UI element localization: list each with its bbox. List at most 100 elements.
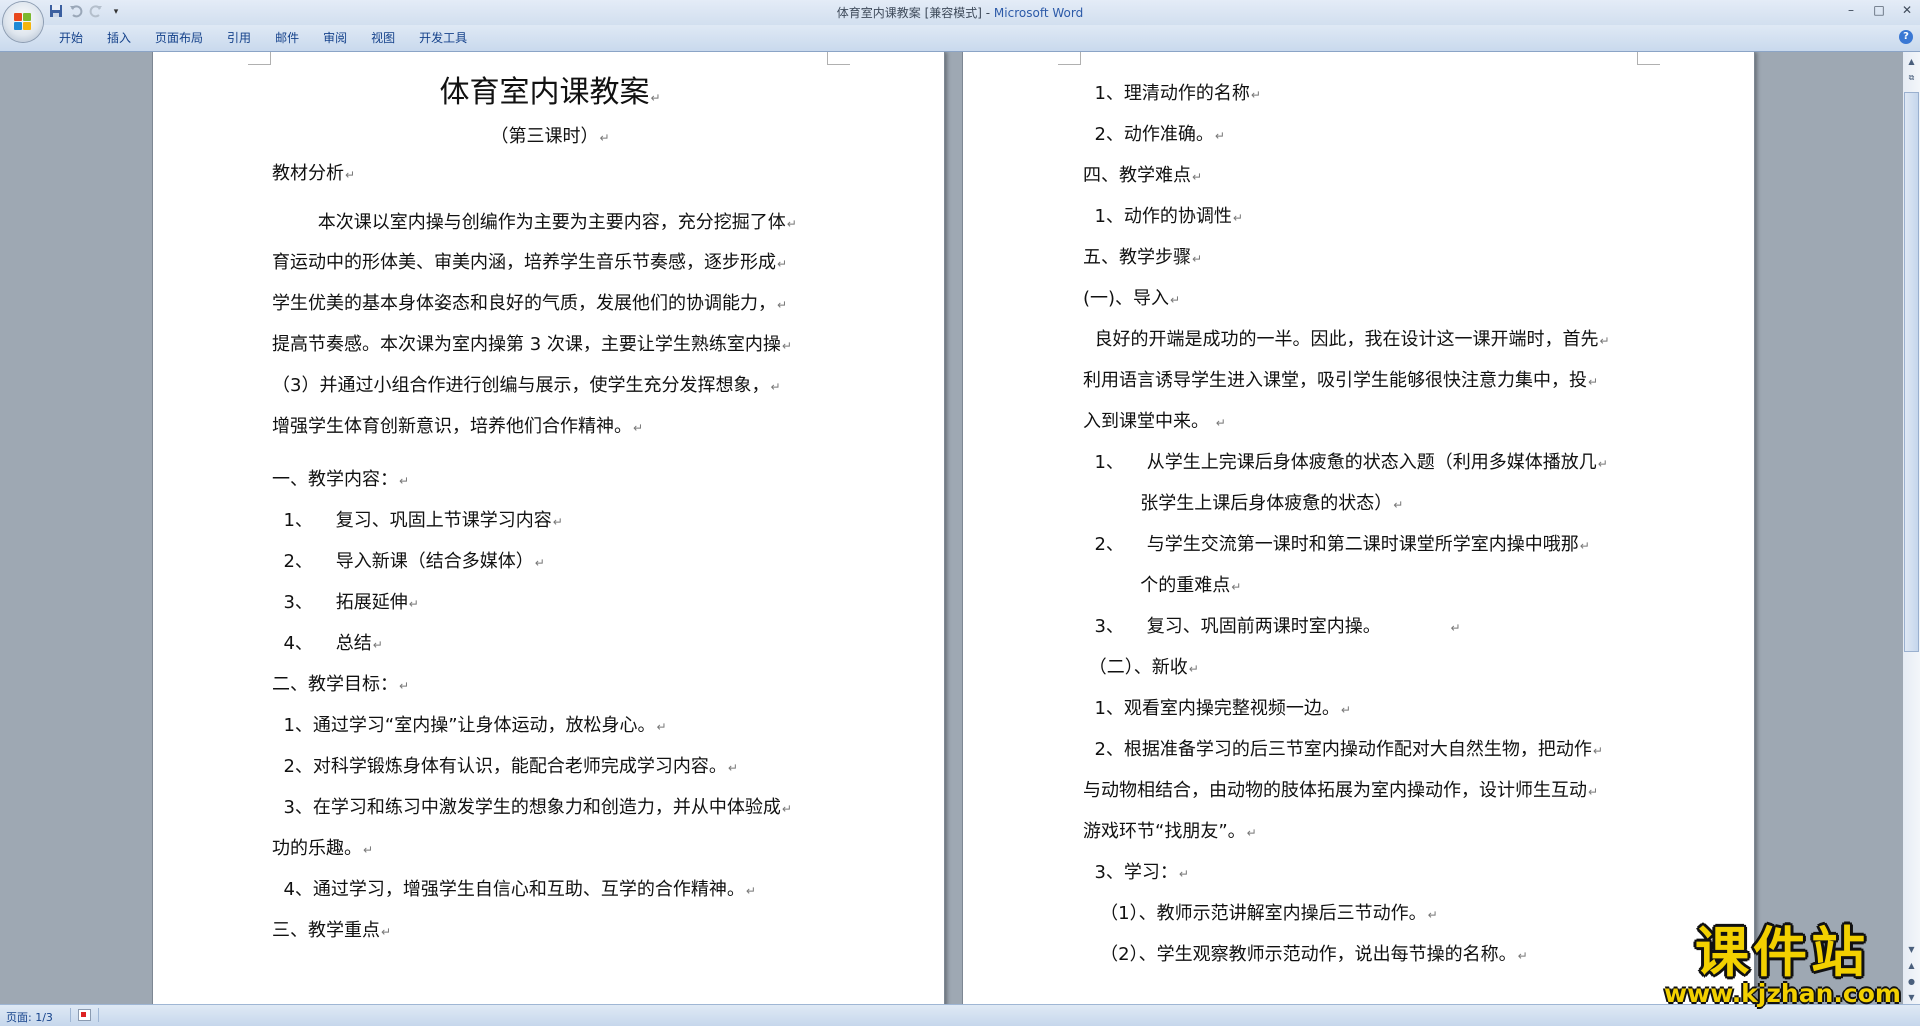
document-line: 与动物相结合，由动物的肢体拓展为室内操动作，设计师生互动↵: [1083, 780, 1598, 803]
paragraph-mark: ↵: [399, 474, 410, 488]
document-line: 1、 从学生上完课后身体疲惫的状态入题（利用多媒体播放几↵: [1083, 452, 1608, 475]
scroll-up-icon[interactable]: ▲: [1904, 54, 1919, 69]
document-line: 1、 复习、巩固上节课学习内容↵: [272, 510, 562, 533]
line-text: (一)、导入: [1083, 288, 1170, 309]
line-text: 入到课堂中来。: [1083, 411, 1215, 432]
document-line: 提高节奏感。本次课为室内操第 3 次课，主要让学生熟练室内操↵: [272, 334, 792, 357]
status-divider: [70, 1008, 71, 1022]
line-text: 3、在学习和练习中激发学生的想象力和创造力，并从中体验成: [272, 797, 781, 818]
line-text: 2、对科学锻炼身体有认识，能配合老师完成学习内容。: [272, 756, 727, 777]
next-page-icon[interactable]: ▼: [1904, 990, 1919, 1005]
tab-review[interactable]: 审阅: [311, 30, 359, 46]
vertical-scrollbar[interactable]: ▲ ⧉ ▼ ▲ ● ▼: [1903, 52, 1920, 1004]
title-bar: ▾ 体育室内课教案 [兼容模式] - Microsoft Word – □ ✕: [0, 0, 1920, 42]
line-text: （1）、教师示范讲解室内操后三节动作。: [1083, 903, 1427, 924]
document-heading: 体育室内课教案↵: [272, 76, 828, 115]
window-title: 体育室内课教案 [兼容模式] - Microsoft Word: [0, 4, 1920, 21]
tab-home[interactable]: 开始: [47, 30, 95, 46]
tab-view[interactable]: 视图: [359, 30, 407, 46]
document-line: 个的重难点↵: [1083, 575, 1241, 598]
document-line: 2、 导入新课（结合多媒体）↵: [272, 551, 544, 574]
help-icon[interactable]: ?: [1899, 30, 1913, 44]
document-line: 4、通过学习，增强学生自信心和互助、互学的合作精神。↵: [272, 879, 756, 902]
document-title: 体育室内课教案 [兼容模式] -: [836, 6, 994, 20]
maximize-button[interactable]: □: [1872, 2, 1886, 18]
tab-references[interactable]: 引用: [215, 30, 263, 46]
document-area: 体育室内课教案↵ （第三课时）↵ 教材分析↵ 本次课以室内操与创编作为主要为主要…: [0, 52, 1903, 1004]
document-line: 1、通过学习“室内操”让身体运动，放松身心。↵: [272, 715, 667, 738]
watermark-url: www.kjzhan.com: [1664, 979, 1901, 1008]
document-subheading: （第三课时）↵: [272, 126, 828, 149]
line-text: 个的重难点: [1083, 575, 1231, 596]
line-text: 本次课以室内操与创编作为主要为主要内容，充分挖掘了体: [272, 212, 786, 233]
previous-page-icon[interactable]: ▲: [1904, 958, 1919, 973]
document-line: 功的乐趣。↵: [272, 838, 373, 861]
line-text: 1、 从学生上完课后身体疲惫的状态入题（利用多媒体播放几: [1083, 452, 1597, 473]
line-text: 3、 复习、巩固前两课时室内操。: [1083, 616, 1450, 637]
proofing-status-icon[interactable]: [78, 1009, 91, 1021]
line-text: 三、教学重点: [272, 920, 380, 941]
tab-developer[interactable]: 开发工具: [407, 30, 479, 46]
document-line: 育运动中的形体美、审美内涵，培养学生音乐节奏感，逐步形成↵: [272, 252, 787, 275]
document-line: 1、理清动作的名称↵: [1083, 83, 1261, 106]
paragraph-mark: ↵: [1214, 129, 1225, 143]
line-text: 学生优美的基本身体姿态和良好的气质，发展他们的协调能力，: [272, 293, 776, 314]
document-line: 2、 与学生交流第一课时和第二课时课堂所学室内操中哦那↵: [1083, 534, 1590, 557]
line-text: （二）、新收: [1083, 657, 1188, 678]
close-button[interactable]: ✕: [1900, 2, 1914, 18]
line-text: 教材分析: [272, 163, 344, 184]
line-text: 2、 与学生交流第一课时和第二课时课堂所学室内操中哦那: [1083, 534, 1579, 555]
document-line: 教材分析↵: [272, 163, 355, 186]
minimize-button[interactable]: –: [1844, 2, 1858, 18]
document-line: 一、教学内容：↵: [272, 469, 409, 492]
paragraph-mark: ↵: [1192, 252, 1203, 266]
status-bar: 页面: 1/3: [0, 1004, 1920, 1026]
line-text: 1、 复习、巩固上节课学习内容: [272, 510, 552, 531]
window-controls: – □ ✕: [1844, 2, 1914, 18]
line-text: 良好的开端是成功的一半。因此，我在设计这一课开端时，首先: [1083, 329, 1599, 350]
paragraph-mark: ↵: [650, 91, 661, 105]
paragraph-mark: ↵: [372, 638, 383, 652]
tab-page-layout[interactable]: 页面布局: [143, 30, 215, 46]
paragraph-mark: ↵: [786, 217, 797, 231]
document-line: 1、观看室内操完整视频一边。↵: [1083, 698, 1351, 721]
scroll-down-icon[interactable]: ▼: [1904, 942, 1919, 957]
paragraph-mark: ↵: [1393, 498, 1404, 512]
paragraph-mark: ↵: [1215, 416, 1226, 430]
line-text: 提高节奏感。本次课为室内操第 3 次课，主要让学生熟练室内操: [272, 334, 781, 355]
paragraph-mark: ↵: [656, 720, 667, 734]
document-page-1[interactable]: 体育室内课教案↵ （第三课时）↵ 教材分析↵ 本次课以室内操与创编作为主要为主要…: [153, 52, 944, 1004]
paragraph-mark: ↵: [408, 597, 419, 611]
line-text: 3、学习：: [1083, 862, 1178, 883]
document-line: 五、教学步骤↵: [1083, 247, 1202, 270]
paragraph-mark: ↵: [1599, 334, 1610, 348]
watermark: 课件站 www.kjzhan.com: [1664, 924, 1901, 1008]
document-page-2[interactable]: 1、理清动作的名称↵ 2、动作准确。↵ 四、教学难点↵ 1、动作的协调性↵ 五、教学…: [963, 52, 1754, 1004]
tab-mailings[interactable]: 邮件: [263, 30, 311, 46]
line-text: 2、 导入新课（结合多媒体）: [272, 551, 534, 572]
ruler-toggle-icon[interactable]: ⧉: [1904, 70, 1919, 85]
paragraph-mark: ↵: [781, 339, 792, 353]
office-button[interactable]: [3, 2, 43, 42]
document-line: （二）、新收↵: [1083, 657, 1199, 680]
line-text: 1、观看室内操完整视频一边。: [1083, 698, 1340, 719]
document-line: （3）并通过小组合作进行创编与展示，使学生充分发挥想象，↵: [272, 375, 781, 398]
status-divider: [98, 1008, 99, 1022]
paragraph-mark: ↵: [1579, 539, 1590, 553]
browse-object-icon[interactable]: ●: [1904, 974, 1919, 989]
document-line: 本次课以室内操与创编作为主要为主要内容，充分挖掘了体↵: [272, 212, 797, 235]
line-text: 1、动作的协调性: [1083, 206, 1232, 227]
line-text: 4、通过学习，增强学生自信心和互助、互学的合作精神。: [272, 879, 745, 900]
document-line: （2）、学生观察教师示范动作，说出每节操的名称。↵: [1083, 944, 1528, 967]
document-line: 1、动作的协调性↵: [1083, 206, 1243, 229]
scrollbar-thumb[interactable]: [1904, 92, 1919, 652]
subheading-text: （第三课时）: [490, 126, 599, 147]
document-line: 3、 复习、巩固前两课时室内操。 ↵: [1083, 616, 1460, 639]
document-line: 学生优美的基本身体姿态和良好的气质，发展他们的协调能力，↵: [272, 293, 787, 316]
paragraph-mark: ↵: [727, 761, 738, 775]
page-number-status[interactable]: 页面: 1/3: [6, 1009, 53, 1025]
paragraph-mark: ↵: [1597, 457, 1608, 471]
paragraph-mark: ↵: [1231, 580, 1242, 594]
tab-insert[interactable]: 插入: [95, 30, 143, 46]
line-text: 2、动作准确。: [1083, 124, 1214, 145]
